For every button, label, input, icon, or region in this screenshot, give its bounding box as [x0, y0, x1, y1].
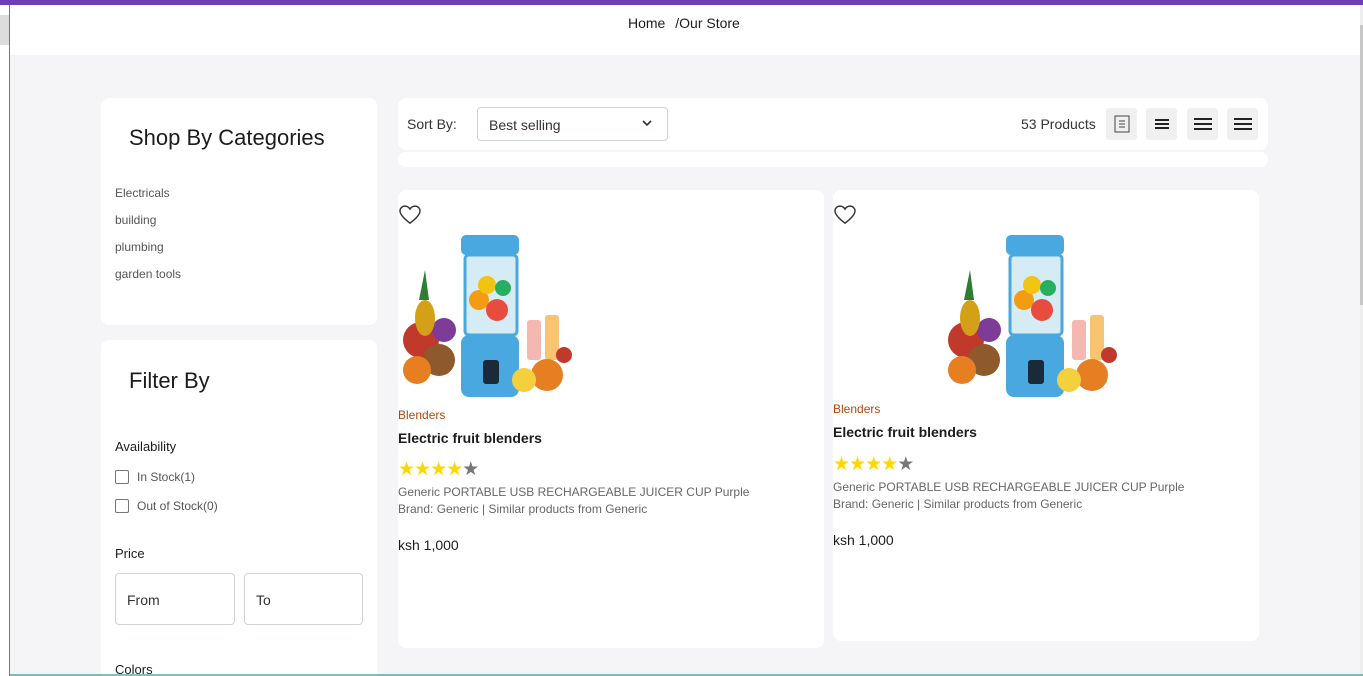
product-card[interactable]: Blenders Electric fruit blenders ★★★★★ G…	[833, 190, 1259, 641]
star-filled-icon: ★	[446, 459, 463, 480]
category-item-electricals[interactable]: Electricals	[115, 186, 181, 213]
out-of-stock-label: Out of Stock(0)	[137, 499, 218, 513]
star-filled-icon: ★	[833, 454, 850, 475]
in-stock-checkbox[interactable]	[115, 470, 129, 484]
availability-label: Availability	[115, 439, 177, 454]
category-item-plumbing[interactable]: plumbing	[115, 240, 181, 267]
heart-icon[interactable]	[399, 205, 421, 225]
out-of-stock-checkbox[interactable]	[115, 499, 129, 513]
out-of-stock-checkbox-row[interactable]: Out of Stock(0)	[115, 499, 218, 513]
left-edge-chip	[0, 15, 9, 45]
sort-label: Sort By:	[407, 116, 457, 132]
categories-title: Shop By Categories	[129, 125, 325, 150]
sort-bar-strip	[398, 152, 1268, 167]
category-item-building[interactable]: building	[115, 213, 181, 240]
product-name[interactable]: Electric fruit blenders	[398, 430, 542, 446]
product-description: Generic PORTABLE USB RECHARGEABLE JUICER…	[398, 485, 750, 516]
sort-bar: Sort By: Best selling 53 Products	[398, 98, 1268, 150]
category-list: Electricals building plumbing garden too…	[115, 186, 181, 294]
breadcrumb-home-link[interactable]: Home	[628, 15, 665, 31]
grid-1-button[interactable]	[1106, 108, 1137, 140]
left-edge	[0, 5, 10, 676]
filter-title: Filter By	[129, 368, 210, 393]
chevron-down-icon	[642, 120, 652, 127]
grid-4-button[interactable]	[1227, 108, 1258, 140]
star-filled-icon: ★	[881, 454, 898, 475]
price-from-input[interactable]: From	[115, 573, 235, 625]
grid-1-icon	[1114, 115, 1129, 133]
price-to-input[interactable]: To	[244, 573, 363, 625]
star-filled-icon: ★	[865, 454, 882, 475]
price-label: Price	[115, 546, 145, 561]
in-stock-label: In Stock(1)	[137, 470, 196, 484]
star-rating: ★★★★★	[833, 453, 914, 476]
product-price: ksh 1,000	[398, 537, 459, 553]
breadcrumb-current: /Our Store	[675, 15, 740, 31]
categories-panel: Shop By Categories Electricals building …	[101, 98, 377, 325]
category-item-garden-tools[interactable]: garden tools	[115, 267, 181, 294]
product-image[interactable]	[399, 230, 579, 400]
in-stock-checkbox-row[interactable]: In Stock(1)	[115, 470, 195, 484]
grid-2-icon	[1154, 119, 1169, 129]
star-filled-icon: ★	[849, 454, 866, 475]
star-filled-icon: ★	[398, 459, 415, 480]
breadcrumb: Home /Our Store	[628, 15, 740, 31]
product-name[interactable]: Electric fruit blenders	[833, 424, 977, 440]
star-empty-icon: ★	[897, 454, 914, 475]
grid-4-icon	[1233, 118, 1252, 130]
breadcrumb-bar: Home /Our Store	[10, 5, 1360, 55]
product-price: ksh 1,000	[833, 532, 894, 548]
product-category: Blenders	[833, 402, 881, 416]
product-count: 53 Products	[1021, 116, 1096, 132]
product-category: Blenders	[398, 408, 446, 422]
product-card[interactable]: Blenders Electric fruit blenders ★★★★★ G…	[398, 190, 824, 648]
star-rating: ★★★★★	[398, 458, 479, 481]
grid-3-icon	[1193, 118, 1212, 130]
product-image[interactable]	[944, 230, 1124, 400]
filter-panel: Filter By Availability In Stock(1) Out o…	[101, 340, 377, 676]
star-filled-icon: ★	[414, 459, 431, 480]
grid-3-button[interactable]	[1187, 108, 1218, 140]
sort-select[interactable]: Best selling	[477, 107, 668, 141]
sort-selected-value: Best selling	[489, 117, 561, 133]
star-filled-icon: ★	[430, 459, 447, 480]
heart-icon[interactable]	[834, 205, 856, 225]
star-empty-icon: ★	[462, 459, 479, 480]
grid-2-button[interactable]	[1146, 108, 1177, 140]
product-description: Generic PORTABLE USB RECHARGEABLE JUICER…	[833, 480, 1185, 511]
